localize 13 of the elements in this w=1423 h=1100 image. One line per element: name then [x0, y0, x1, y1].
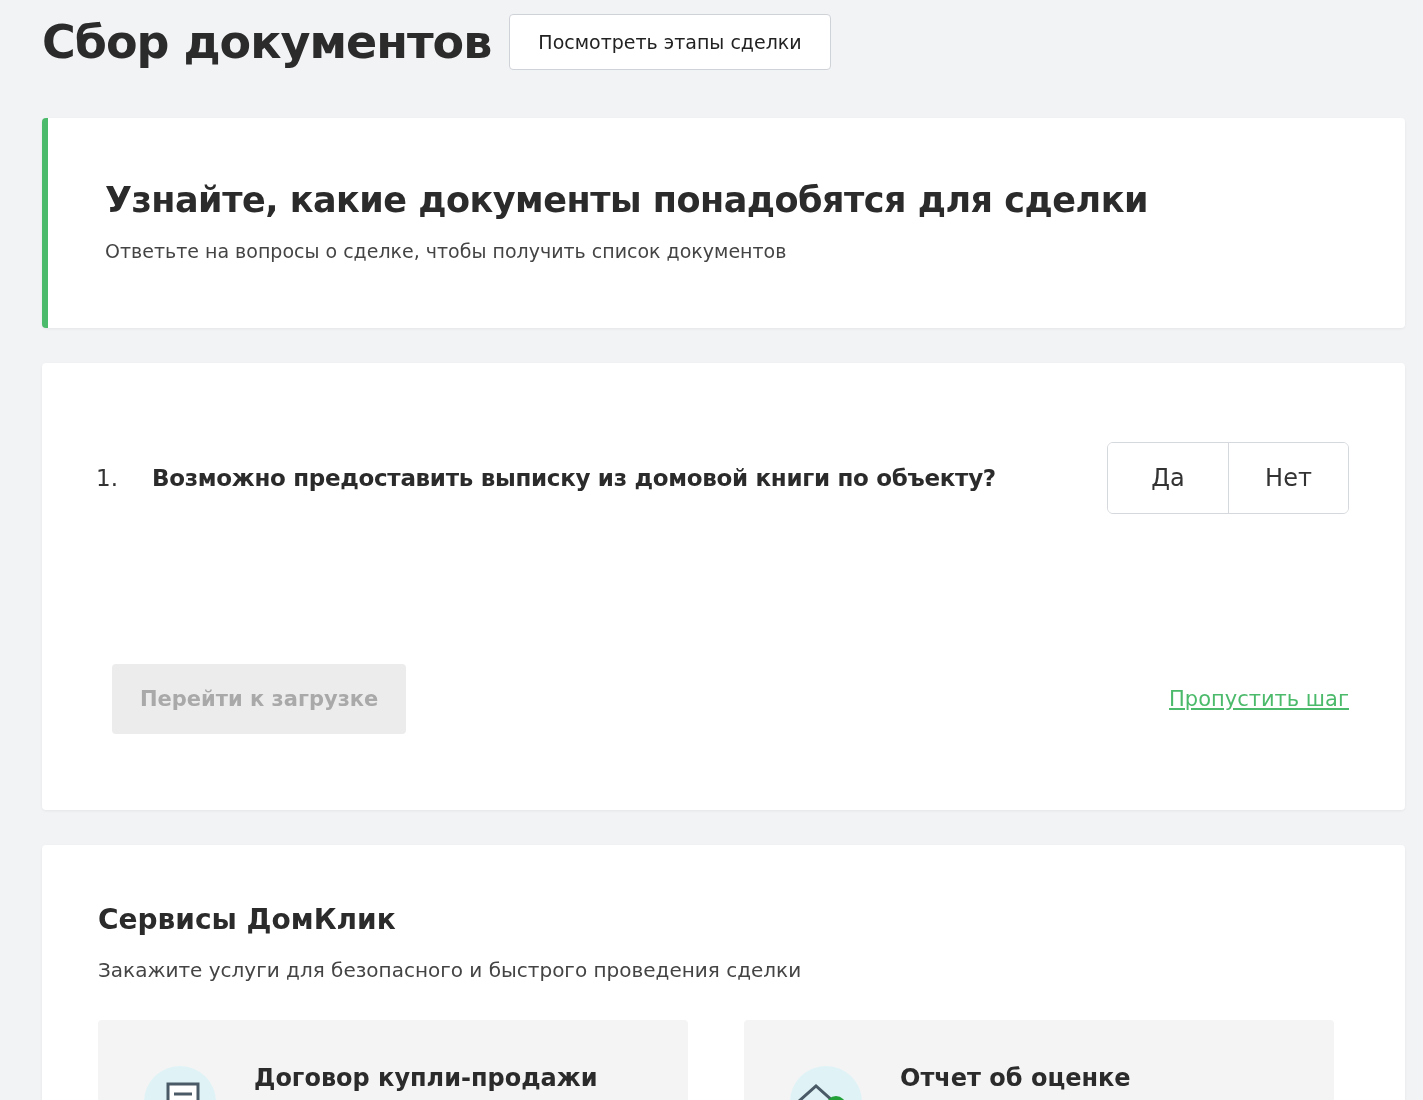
service-tile[interactable]: Отчет об оценке: [744, 1020, 1334, 1100]
service-title: Отчет об оценке: [900, 1064, 1131, 1092]
service-title: Договор купли-продажи: [254, 1064, 598, 1092]
services-title: Сервисы ДомКлик: [98, 903, 397, 936]
view-stages-button[interactable]: Посмотреть этапы сделки: [509, 14, 831, 70]
page-title: Сбор документов: [42, 15, 492, 69]
question-number: 1.: [96, 465, 119, 491]
banner-title: Узнайте, какие документы понадобятся для сделки: [105, 180, 1149, 220]
service-tile[interactable]: Договор купли-продажи: [98, 1020, 688, 1100]
banner-subtitle: Ответьте на вопросы о сделке, чтобы получить список документов: [105, 240, 788, 262]
question-text: Возможно предоставить выписку из домовой книги по объекту?: [152, 465, 997, 491]
services-subtitle: Закажите услуги для безопасного и быстрого проведения сделки: [98, 958, 803, 982]
answer-option[interactable]: Нет: [1228, 443, 1348, 513]
